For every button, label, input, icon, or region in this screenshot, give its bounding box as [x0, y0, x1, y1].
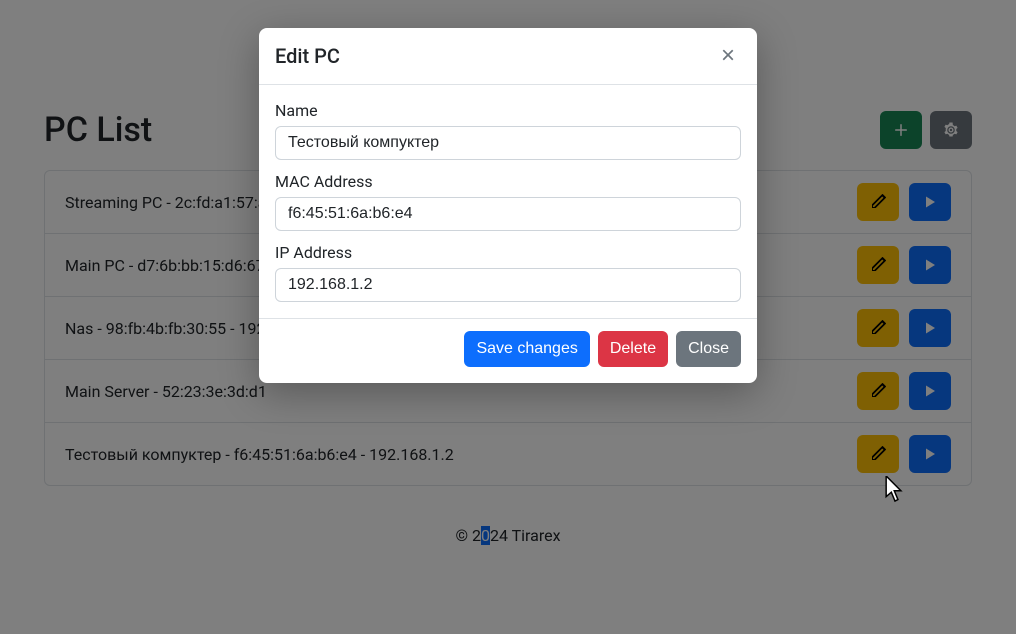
- close-icon: ×: [721, 42, 735, 69]
- delete-button[interactable]: Delete: [598, 331, 668, 367]
- ip-field[interactable]: [275, 268, 741, 302]
- close-button[interactable]: Close: [676, 331, 741, 367]
- mac-label: MAC Address: [275, 172, 741, 191]
- ip-label: IP Address: [275, 243, 741, 262]
- modal-title: Edit PC: [275, 44, 340, 68]
- edit-pc-modal: Edit PC × Name MAC Address IP Address Sa…: [259, 28, 757, 383]
- save-button[interactable]: Save changes: [464, 331, 589, 367]
- close-icon-button[interactable]: ×: [715, 44, 741, 68]
- name-field[interactable]: [275, 126, 741, 160]
- name-label: Name: [275, 101, 741, 120]
- mac-field[interactable]: [275, 197, 741, 231]
